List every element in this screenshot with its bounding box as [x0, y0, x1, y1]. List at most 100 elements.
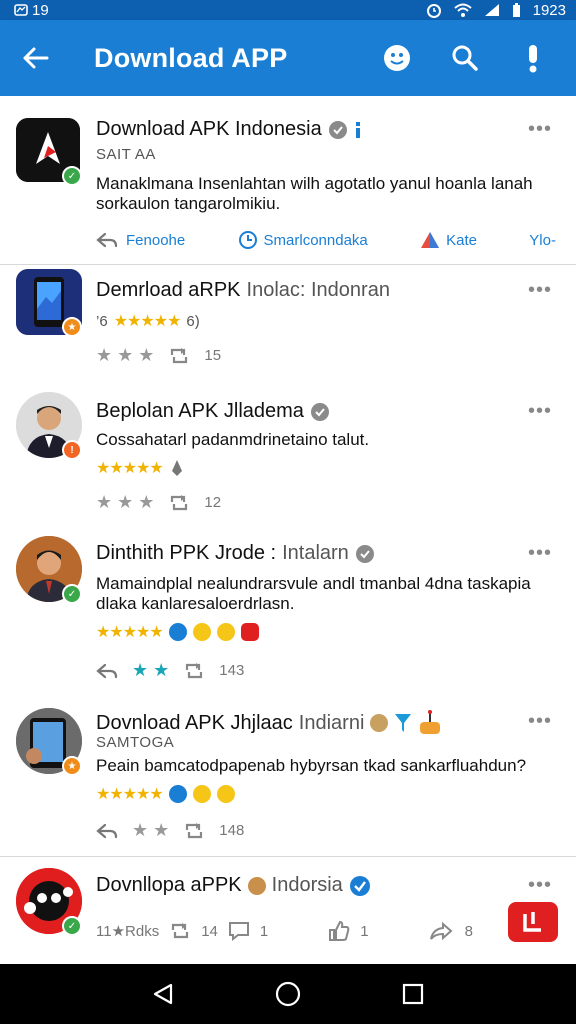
status-time-left: 19 — [32, 1, 49, 19]
more-options-button[interactable]: ••• — [528, 119, 552, 139]
more-options-button[interactable]: ••• — [528, 875, 552, 895]
verified-icon — [310, 402, 329, 421]
wifi-icon — [453, 3, 472, 17]
more-options-button[interactable]: ••• — [528, 543, 552, 563]
page-title: Download APP — [94, 42, 288, 73]
post-title-sub: Indiarni — [298, 711, 365, 734]
likes-text: 11★Rdks — [96, 923, 160, 940]
post-actions: ★ ★ 143 — [96, 660, 244, 681]
share-count: 12 — [204, 494, 222, 511]
floating-action-button[interactable] — [508, 902, 558, 942]
back-button[interactable] — [0, 20, 70, 96]
rating-stars: ★★★★★ — [96, 786, 164, 803]
alert-button[interactable] — [510, 35, 556, 81]
system-nav-bar — [0, 964, 576, 1024]
post-title[interactable]: Dovnload APK Jhjlaac — [96, 712, 293, 735]
reply-action[interactable]: Fenoohe — [96, 231, 185, 249]
post-title-sub: Indorsia — [271, 874, 343, 896]
app-bar-actions — [374, 35, 576, 81]
post-title-sub: Intalarn — [282, 542, 349, 564]
post-title[interactable]: Demrload aRPK — [96, 279, 241, 302]
count-a: 14 — [201, 922, 218, 940]
triangle-icon — [421, 232, 440, 248]
post-handle: SAMTOGA — [96, 734, 175, 751]
emoji-button[interactable] — [374, 35, 420, 81]
more-options-button[interactable]: ••• — [528, 401, 552, 421]
star-action[interactable]: ★ ★ — [132, 660, 169, 681]
more-options-button[interactable]: ••• — [528, 280, 552, 300]
forward-icon[interactable] — [429, 921, 455, 941]
nav-home-button[interactable] — [263, 969, 313, 1019]
post-title-row: Dovnllopa aPPK Indorsia — [96, 874, 371, 897]
share-count: 148 — [219, 822, 245, 839]
info-icon — [355, 121, 360, 138]
face-emoji-icon — [370, 714, 389, 732]
status-right: 1923 — [426, 2, 566, 19]
star-action[interactable]: ★ ★ ★ — [96, 492, 154, 513]
reward-badge: ★ — [62, 756, 82, 776]
list-item[interactable]: ★ Demrload aRPK Inolac: Indonran ••• ’6 … — [0, 265, 576, 383]
repost-icon[interactable] — [168, 494, 190, 512]
post-title[interactable]: Download APK Indonesia — [96, 118, 322, 141]
post-title-row: Beplolan APK Jlladema — [96, 400, 330, 423]
blue-reaction-icon — [168, 785, 187, 803]
post-actions: ★ ★ ★ 15 — [96, 345, 221, 366]
status-badge: ! — [62, 440, 82, 460]
back-arrow-icon — [23, 47, 49, 69]
repost-icon[interactable] — [168, 347, 190, 365]
list-item[interactable]: ✓ Dovnllopa aPPK Indorsia ••• 11★Rdks 14… — [0, 858, 576, 964]
count-d: 8 — [464, 922, 473, 940]
repost-icon[interactable] — [183, 662, 205, 680]
post-title[interactable]: Dinthith PPK Jrode : — [96, 542, 276, 565]
rating-row: ★★★★★ — [96, 458, 185, 478]
post-title[interactable]: Dovnllopa aPPK — [96, 874, 242, 897]
star-action[interactable]: ★ ★ — [132, 820, 169, 841]
rating-stars: ★★★★★ — [96, 624, 164, 641]
share-count: 143 — [219, 662, 245, 679]
reply-icon[interactable] — [96, 662, 118, 680]
count-c: 1 — [360, 922, 369, 940]
more-options-button[interactable]: ••• — [528, 711, 552, 731]
cake-icon — [420, 710, 441, 734]
wow-reaction-icon — [216, 623, 235, 641]
search-button[interactable] — [442, 35, 488, 81]
rating-prefix: ’6 — [96, 312, 108, 330]
clock-icon — [238, 231, 257, 249]
share-action[interactable]: Smarlconndaka — [238, 230, 368, 250]
share-count: 15 — [204, 347, 222, 364]
rate-action[interactable]: Kate — [420, 231, 477, 249]
repost-icon[interactable] — [169, 922, 191, 940]
status-left: 19 — [14, 2, 49, 19]
feed-list[interactable]: ✓ Download APK Indonesia ••• SAIT AA Man… — [0, 96, 576, 964]
post-title[interactable]: Beplolan APK Jlladema — [96, 400, 304, 423]
nav-back-icon — [153, 983, 172, 1005]
list-item[interactable]: ★ Dovnload APK Jhjlaac Indiarni ••• SAMT… — [0, 696, 576, 854]
thumbs-up-icon[interactable] — [328, 920, 350, 942]
nav-back-button[interactable] — [138, 969, 188, 1019]
laugh-reaction-icon — [192, 623, 211, 641]
post-description: Cossahatarl padanmdrinetaino talut. — [96, 430, 370, 449]
verified-icon — [328, 120, 347, 139]
rate-label: Kate — [446, 231, 477, 249]
more-action[interactable]: Ylo- — [529, 232, 556, 249]
exclamation-icon — [529, 45, 537, 73]
wow-reaction-icon — [216, 785, 235, 803]
rating-value: 6) — [186, 312, 200, 330]
reply-icon[interactable] — [96, 822, 118, 840]
nav-recents-button[interactable] — [388, 969, 438, 1019]
post-title-row: Dovnload APK Jhjlaac Indiarni — [96, 710, 442, 736]
rating-row: ★★★★★ — [96, 784, 235, 804]
nav-recents-icon — [403, 983, 424, 1005]
list-item[interactable]: ✓ Download APK Indonesia ••• SAIT AA Man… — [0, 96, 576, 264]
list-item[interactable]: ✓ Dinthith PPK Jrode : Intalarn ••• Mama… — [0, 528, 576, 693]
post-title-sub: Inolac: Indonran — [246, 279, 390, 301]
verified-icon — [355, 544, 374, 563]
rating-stars: ★★★★★ — [96, 460, 164, 477]
list-item[interactable]: ! Beplolan APK Jlladema ••• Cossahatarl … — [0, 386, 576, 526]
signal-icon — [484, 4, 499, 16]
star-action[interactable]: ★ ★ ★ — [96, 345, 154, 366]
red-reaction-icon — [240, 623, 259, 641]
reply-icon — [96, 232, 118, 248]
comment-icon[interactable] — [228, 921, 250, 941]
repost-icon[interactable] — [183, 822, 205, 840]
